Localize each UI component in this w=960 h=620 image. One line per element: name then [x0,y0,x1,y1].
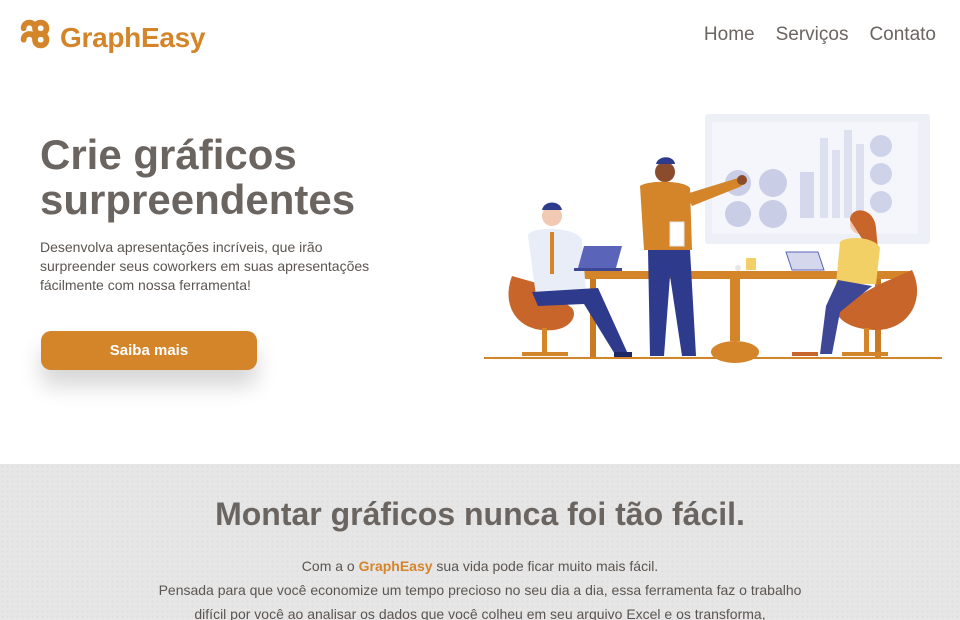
section-text-line2: Pensada para que você economize um tempo… [158,582,802,620]
section-text-prefix: Com a o [301,558,359,574]
hero-title: Crie gráficos surpreendentes [40,132,440,222]
hero-title-line1: Crie gráficos [40,131,297,178]
hero-title-line2: surpreendentes [40,176,356,223]
section-text-brand: GraphEasy [358,558,433,574]
nav-services-link[interactable]: Serviços [776,24,849,46]
team-meeting-illustration [484,114,942,363]
section-text: Com a o GraphEasy sua vida pode ficar mu… [150,554,810,620]
hero-subtitle: Desenvolva apresentações incríveis, que … [40,239,370,293]
section-title: Montar gráficos nunca foi tão fácil. [215,496,745,532]
site-header: GraphEasy Home Serviços Contato [0,0,960,80]
features-section: Montar gráficos nunca foi tão fácil. Com… [0,464,960,620]
main-nav: Home Serviços Contato [704,24,936,46]
logo[interactable]: GraphEasy [16,14,205,54]
nav-home-link[interactable]: Home [704,24,755,46]
logo-text: GraphEasy [60,22,206,53]
section-text-suffix: sua vida pode ficar muito mais fácil. [432,558,659,574]
logo-icon [20,19,50,49]
nav-contact-link[interactable]: Contato [869,24,936,46]
saiba-mais-button[interactable]: Saiba mais [41,331,257,370]
